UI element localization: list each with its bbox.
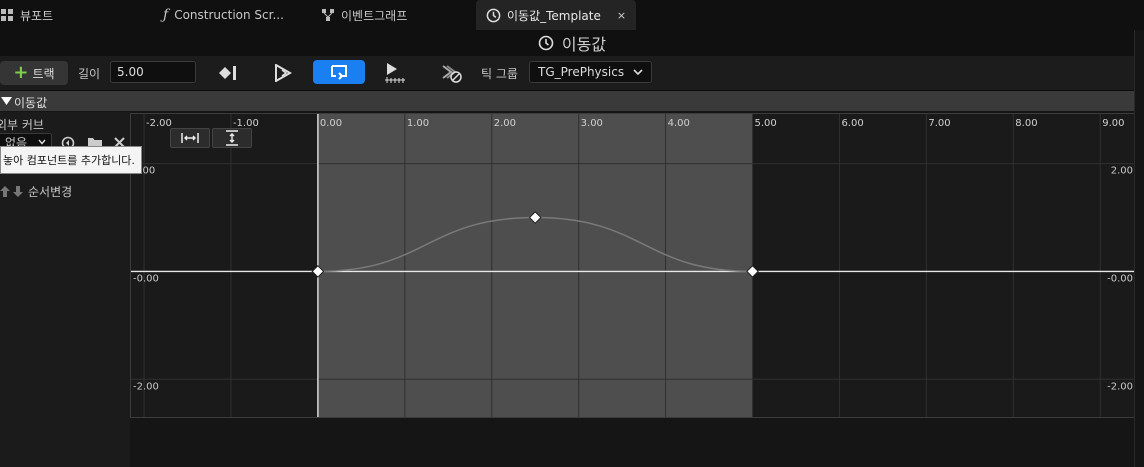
play-timeline-icon bbox=[385, 63, 405, 83]
reorder-label: 순서변경 bbox=[28, 185, 73, 199]
zoom-to-fit-horizontal-button[interactable] bbox=[170, 128, 210, 148]
collapse-arrow-icon[interactable] bbox=[1, 96, 12, 106]
tab-timeline-template[interactable]: 이동값_Template × bbox=[476, 0, 637, 30]
plus-icon: + bbox=[13, 62, 29, 83]
active-range-region bbox=[317, 114, 753, 417]
x-tick-label: 4.00 bbox=[668, 118, 690, 129]
x-tick-label: 3.00 bbox=[581, 118, 603, 129]
tab-label: Construction Scr... bbox=[174, 8, 284, 22]
y-label-right: -2.00 bbox=[1107, 381, 1133, 392]
timeline-title-text: 이동값 bbox=[561, 35, 607, 54]
function-icon: ƒ bbox=[163, 7, 169, 23]
x-tick-label: 1.00 bbox=[407, 118, 429, 129]
x-tick-label: 5.00 bbox=[755, 118, 777, 129]
add-track-button[interactable]: + 트랙 bbox=[0, 61, 68, 85]
replicated-button[interactable] bbox=[382, 61, 408, 85]
y-label-left: -2.00 bbox=[133, 381, 159, 392]
use-last-keyframe-button[interactable] bbox=[216, 62, 240, 84]
y-label-right: -0.00 bbox=[1107, 273, 1133, 284]
length-label: 길이 bbox=[78, 67, 101, 81]
tab-viewport[interactable]: 뷰포트 bbox=[0, 0, 53, 30]
y-label-left: -0.00 bbox=[133, 273, 159, 284]
arrow-down-icon[interactable] bbox=[13, 186, 23, 197]
timeline-toolbar: + 트랙 길이 틱 그룹 TG_PrePhysics bbox=[0, 56, 1144, 91]
external-curve-label: 외부 커브 bbox=[0, 118, 44, 132]
autoplay-icon bbox=[275, 64, 293, 82]
tick-group-select[interactable]: TG_PrePhysics bbox=[529, 61, 652, 83]
arrow-up-icon[interactable] bbox=[0, 186, 10, 197]
vertical-scrollbar[interactable] bbox=[1134, 30, 1144, 467]
x-tick-label: 7.00 bbox=[928, 118, 950, 129]
event-graph-icon bbox=[322, 9, 334, 21]
curve-graph[interactable]: -2.00 -1.00 0.00 1.00 2.00 3.00 4.00 5.00 6.00 7.… bbox=[130, 113, 1136, 418]
x-tick-label: -2.00 bbox=[146, 118, 172, 129]
x-tick-label: 9.00 bbox=[1102, 118, 1124, 129]
autoplay-button[interactable] bbox=[271, 62, 295, 84]
last-keyframe-icon bbox=[219, 66, 236, 80]
track-name: 이동값 bbox=[14, 96, 48, 110]
reorder-control[interactable]: 순서변경 bbox=[0, 183, 72, 200]
loop-button[interactable] bbox=[313, 60, 365, 84]
timeline-title: 이동값 bbox=[0, 30, 1144, 56]
fit-horizontal-icon bbox=[181, 133, 199, 143]
track-header[interactable]: 이동값 bbox=[0, 91, 1144, 111]
ignore-time-dilation-button[interactable] bbox=[440, 61, 464, 85]
x-tick-label: 2.00 bbox=[494, 118, 516, 129]
tab-label: 뷰포트 bbox=[20, 8, 54, 23]
x-tick-label: 0.00 bbox=[320, 118, 342, 129]
tab-label: 이동값_Template bbox=[507, 8, 601, 23]
tab-label: 이벤트그래프 bbox=[341, 8, 408, 23]
fit-vertical-icon bbox=[226, 130, 238, 146]
tab-construction-script[interactable]: ƒ Construction Scr... bbox=[163, 0, 284, 30]
timeline-clock-icon bbox=[486, 8, 501, 22]
tooltip: 놓아 컴포넌트를 추가합니다. bbox=[0, 146, 142, 174]
viewport-grid-icon bbox=[1, 9, 13, 21]
clock-icon bbox=[538, 35, 554, 51]
chevron-down-icon bbox=[633, 69, 643, 76]
tab-event-graph[interactable]: 이벤트그래프 bbox=[321, 0, 407, 30]
loop-icon bbox=[331, 65, 347, 80]
x-tick-label: 6.00 bbox=[841, 118, 863, 129]
y-label-right: 2.00 bbox=[1111, 166, 1133, 177]
tick-group-value: TG_PrePhysics bbox=[538, 65, 625, 79]
tab-bar: 뷰포트 ƒ Construction Scr... 이벤트그래프 이동값_Tem… bbox=[0, 0, 1144, 30]
length-input[interactable] bbox=[110, 61, 196, 83]
add-track-label: 트랙 bbox=[32, 66, 55, 81]
time-dilation-icon bbox=[442, 65, 462, 83]
chevron-down-icon bbox=[38, 139, 46, 145]
zoom-to-fit-vertical-button[interactable] bbox=[212, 128, 252, 148]
x-tick-label: 8.00 bbox=[1015, 118, 1037, 129]
curve-graph-canvas[interactable]: -2.00 -1.00 0.00 1.00 2.00 3.00 4.00 5.00 6.00 7.… bbox=[131, 114, 1135, 417]
close-icon[interactable]: × bbox=[617, 9, 626, 22]
tick-group-label: 틱 그룹 bbox=[481, 67, 518, 81]
